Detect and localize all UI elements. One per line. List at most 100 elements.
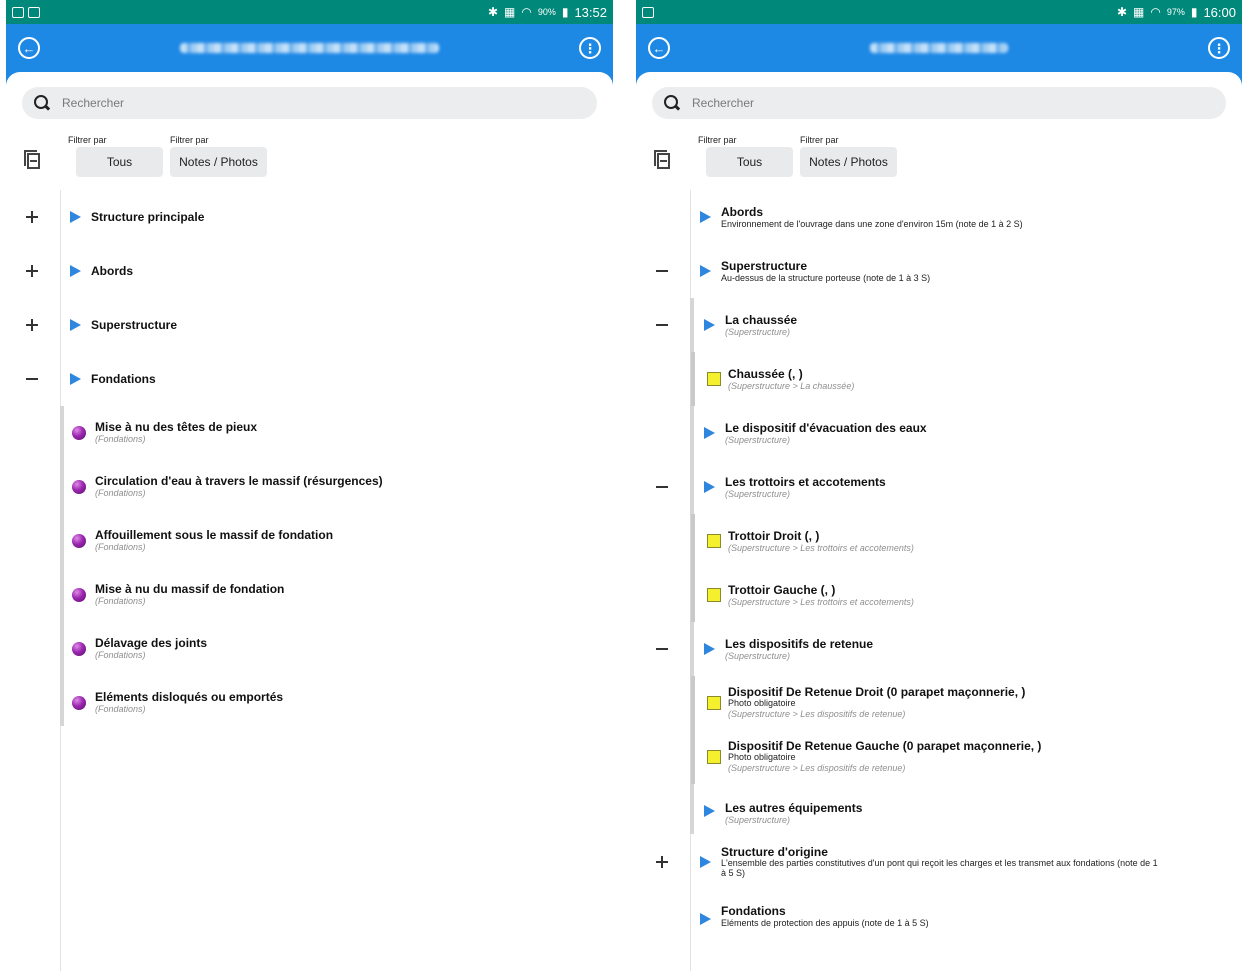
collapse-all-icon[interactable] bbox=[654, 150, 670, 169]
play-triangle-icon bbox=[704, 481, 715, 493]
list-item[interactable]: Délavage des joints (Fondations) bbox=[6, 622, 613, 676]
list-item[interactable]: Circulation d'eau à travers le massif (r… bbox=[6, 460, 613, 514]
search-bar[interactable] bbox=[22, 87, 597, 119]
item-path: (Superstructure > Les trottoirs et accot… bbox=[728, 543, 914, 553]
expand-icon[interactable] bbox=[22, 261, 42, 281]
tree-group[interactable]: Fondations Eléments de protection des ap… bbox=[636, 892, 1242, 946]
group-title: Abords bbox=[721, 205, 763, 219]
defect-sphere-icon bbox=[72, 480, 86, 494]
item-path: (Superstructure > La chaussée) bbox=[728, 381, 855, 391]
content-panel: Filtrer par Tous Filtrer par Notes / Pho… bbox=[636, 72, 1242, 971]
filter-notes-photos: Filtrer par Notes / Photos bbox=[800, 134, 897, 177]
item-title: Affouillement sous le massif de fondatio… bbox=[95, 528, 334, 542]
play-triangle-icon bbox=[70, 265, 81, 277]
group-title: Structure d'origine bbox=[721, 845, 828, 859]
filter-type: Filtrer par Tous bbox=[68, 134, 163, 177]
filter-notes-photos: Filtrer par Notes / Photos bbox=[170, 134, 267, 177]
item-title: Circulation d'eau à travers le massif (r… bbox=[95, 474, 383, 488]
tree-group[interactable]: Superstructure Au-dessus de la structure… bbox=[636, 244, 1242, 298]
list-item[interactable]: Dispositif De Retenue Gauche (0 parapet … bbox=[636, 730, 1242, 784]
play-triangle-icon bbox=[70, 319, 81, 331]
list-item[interactable]: Mise à nu du massif de fondation (Fondat… bbox=[6, 568, 613, 622]
filter-notes-photos-button[interactable]: Notes / Photos bbox=[800, 147, 897, 177]
list-item[interactable]: Trottoir Gauche (, ) (Superstructure > L… bbox=[636, 568, 1242, 622]
list-item[interactable]: Trottoir Droit (, ) (Superstructure > Le… bbox=[636, 514, 1242, 568]
tree-group[interactable]: Les trottoirs et accotements (Superstruc… bbox=[636, 460, 1242, 514]
list-item[interactable]: Affouillement sous le massif de fondatio… bbox=[6, 514, 613, 568]
wifi-icon: ◠ bbox=[1150, 5, 1161, 19]
group-title: Fondations bbox=[91, 372, 156, 386]
group-description-cont: à 5 S) bbox=[721, 868, 746, 878]
expand-icon[interactable] bbox=[22, 207, 42, 227]
battery-icon: ▮ bbox=[1190, 5, 1198, 19]
group-title: Les autres équipements bbox=[725, 801, 863, 815]
filter-type-button[interactable]: Tous bbox=[76, 147, 163, 177]
item-path: (Fondations) bbox=[95, 434, 146, 444]
tree-group[interactable]: Superstructure bbox=[6, 298, 613, 352]
status-bar: ✱ ▦ ◠ 90% ▮ 13:52 bbox=[6, 0, 613, 24]
collapse-icon[interactable] bbox=[652, 261, 672, 281]
play-triangle-icon bbox=[70, 373, 81, 385]
more-options-icon[interactable]: ⋮ bbox=[579, 37, 601, 59]
item-note: Photo obligatoire bbox=[728, 698, 796, 708]
item-title: Trottoir Droit (, ) bbox=[728, 529, 820, 543]
tree-group[interactable]: Le dispositif d'évacuation des eaux (Sup… bbox=[636, 406, 1242, 460]
play-triangle-icon bbox=[700, 211, 711, 223]
item-path: (Fondations) bbox=[95, 488, 146, 498]
list-item[interactable]: Dispositif De Retenue Droit (0 parapet m… bbox=[636, 676, 1242, 730]
defect-sphere-icon bbox=[72, 534, 86, 548]
item-note: Photo obligatoire bbox=[728, 752, 796, 762]
play-triangle-icon bbox=[704, 805, 715, 817]
play-triangle-icon bbox=[70, 211, 81, 223]
collapse-icon[interactable] bbox=[22, 369, 42, 389]
tree-group[interactable]: Structure principale bbox=[6, 190, 613, 244]
search-input[interactable] bbox=[62, 96, 541, 110]
expand-icon[interactable] bbox=[652, 852, 672, 872]
list-item[interactable]: Eléments disloqués ou emportés (Fondatio… bbox=[6, 676, 613, 730]
app-bar: ← ⋮ bbox=[6, 24, 613, 72]
more-options-icon[interactable]: ⋮ bbox=[1208, 37, 1230, 59]
collapse-icon[interactable] bbox=[652, 639, 672, 659]
battery-level: 97% bbox=[1166, 7, 1185, 17]
list-item[interactable]: Mise à nu des têtes de pieux (Fondations… bbox=[6, 406, 613, 460]
content-panel: Filtrer par Tous Filtrer par Notes / Pho… bbox=[6, 72, 613, 971]
tree-group[interactable]: Abords Environnement de l'ouvrage dans u… bbox=[636, 190, 1242, 244]
collapse-icon[interactable] bbox=[652, 477, 672, 497]
back-arrow-icon[interactable]: ← bbox=[18, 37, 40, 59]
clock: 16:00 bbox=[1203, 4, 1236, 20]
group-path: (Superstructure) bbox=[725, 651, 791, 661]
tree-group[interactable]: Structure d'origine L'ensemble des parti… bbox=[636, 838, 1242, 892]
filter-type-button[interactable]: Tous bbox=[706, 147, 793, 177]
item-title: Délavage des joints bbox=[95, 636, 208, 650]
item-path: (Superstructure > Les dispositifs de ret… bbox=[728, 763, 906, 773]
defect-sphere-icon bbox=[72, 642, 86, 656]
search-input[interactable] bbox=[692, 96, 1170, 110]
play-triangle-icon bbox=[704, 319, 715, 331]
tree-group[interactable]: Les autres équipements (Superstructure) bbox=[636, 784, 1242, 838]
group-path: (Superstructure) bbox=[725, 815, 791, 825]
back-arrow-icon[interactable]: ← bbox=[648, 37, 670, 59]
tree-group[interactable]: La chaussée (Superstructure) bbox=[636, 298, 1242, 352]
item-path: (Fondations) bbox=[95, 704, 146, 714]
blurred-title bbox=[870, 43, 1008, 53]
app-notification-icon bbox=[642, 6, 654, 18]
list-item[interactable]: Chaussée (, ) (Superstructure > La chaus… bbox=[636, 352, 1242, 406]
element-square-icon bbox=[707, 372, 721, 386]
tree-group[interactable]: Abords bbox=[6, 244, 613, 298]
status-bar: ✱ ▦ ◠ 97% ▮ 16:00 bbox=[636, 0, 1242, 24]
group-title: Les trottoirs et accotements bbox=[725, 475, 886, 489]
filter-label: Filtrer par bbox=[698, 135, 737, 145]
expand-icon[interactable] bbox=[22, 315, 42, 335]
item-path: (Superstructure > Les trottoirs et accot… bbox=[728, 597, 914, 607]
group-title: Abords bbox=[91, 264, 133, 278]
collapse-all-icon[interactable] bbox=[24, 150, 40, 169]
collapse-icon[interactable] bbox=[652, 315, 672, 335]
group-path: (Superstructure) bbox=[725, 489, 791, 499]
filter-notes-photos-button[interactable]: Notes / Photos bbox=[170, 147, 267, 177]
group-title: Les dispositifs de retenue bbox=[725, 637, 874, 651]
tree-group[interactable]: Les dispositifs de retenue (Superstructu… bbox=[636, 622, 1242, 676]
search-bar[interactable] bbox=[652, 87, 1226, 119]
tree-group[interactable]: Fondations bbox=[6, 352, 613, 406]
filter-label: Filtrer par bbox=[170, 135, 209, 145]
item-path: (Superstructure > Les dispositifs de ret… bbox=[728, 709, 906, 719]
